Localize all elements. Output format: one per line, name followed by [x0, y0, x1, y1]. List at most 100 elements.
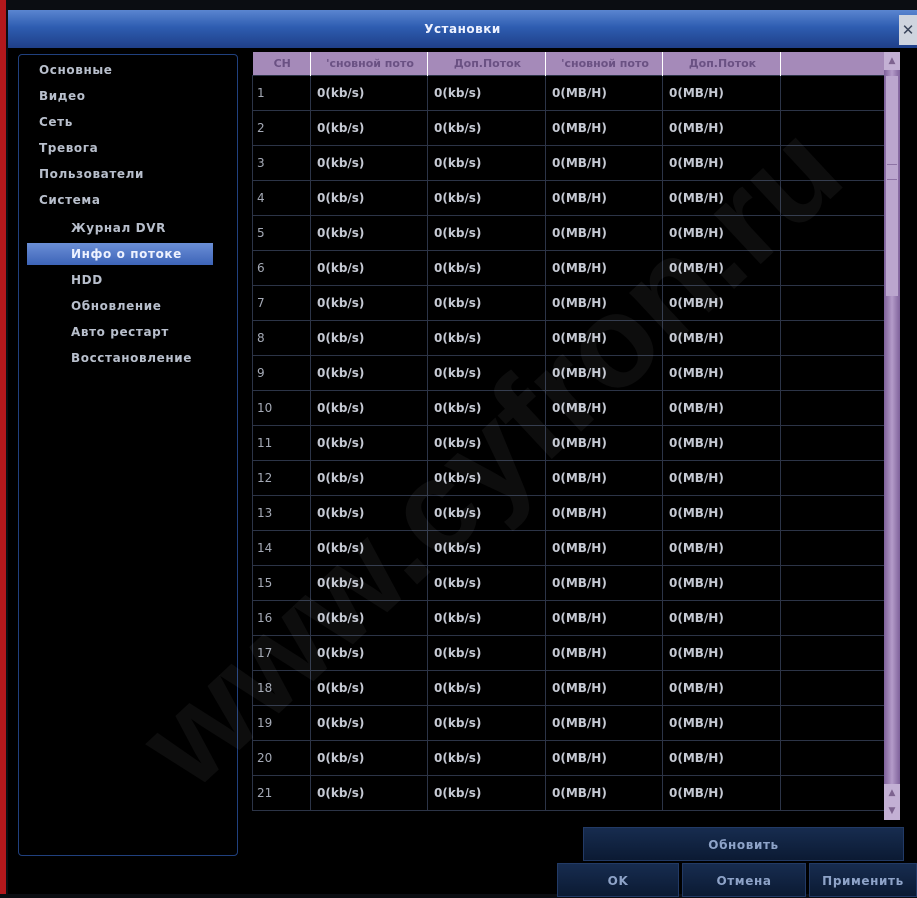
- title-bar: Установки ✕: [8, 10, 917, 49]
- stream-value-cell: 0(kb/s): [427, 530, 546, 566]
- sidebar-item[interactable]: Восстановление: [57, 347, 241, 369]
- sidebar-item[interactable]: HDD: [57, 269, 241, 291]
- stream-value-cell: 0(kb/s): [427, 460, 546, 496]
- column-header: Доп.Поток: [662, 52, 781, 76]
- table-row[interactable]: 21 0(kb/s) 0(kb/s) 0(MB/H) 0(MB/H): [252, 775, 887, 811]
- table-row[interactable]: 12 0(kb/s) 0(kb/s) 0(MB/H) 0(MB/H): [252, 460, 887, 496]
- refresh-button[interactable]: Обновить: [583, 827, 904, 861]
- empty-cell: [780, 775, 887, 811]
- stream-value-cell: 0(MB/H): [545, 250, 663, 286]
- stream-value-cell: 0(MB/H): [662, 110, 781, 146]
- stream-value-cell: 0(MB/H): [545, 425, 663, 461]
- table-row[interactable]: 15 0(kb/s) 0(kb/s) 0(MB/H) 0(MB/H): [252, 565, 887, 601]
- column-header: 'сновной пото: [310, 52, 428, 76]
- stream-value-cell: 0(kb/s): [310, 635, 428, 671]
- stream-value-cell: 0(kb/s): [310, 565, 428, 601]
- sidebar-item[interactable]: Авто рестарт: [57, 321, 241, 343]
- table-row[interactable]: 14 0(kb/s) 0(kb/s) 0(MB/H) 0(MB/H): [252, 530, 887, 566]
- stream-value-cell: 0(kb/s): [427, 250, 546, 286]
- sidebar-item[interactable]: Видео: [39, 85, 219, 107]
- stream-value-cell: 0(kb/s): [427, 145, 546, 181]
- stream-value-cell: 0(kb/s): [427, 425, 546, 461]
- table-row[interactable]: 19 0(kb/s) 0(kb/s) 0(MB/H) 0(MB/H): [252, 705, 887, 741]
- stream-value-cell: 0(kb/s): [427, 320, 546, 356]
- channel-cell: 13: [252, 495, 311, 531]
- table-row[interactable]: 18 0(kb/s) 0(kb/s) 0(MB/H) 0(MB/H): [252, 670, 887, 706]
- stream-value-cell: 0(MB/H): [545, 460, 663, 496]
- table-row[interactable]: 8 0(kb/s) 0(kb/s) 0(MB/H) 0(MB/H): [252, 320, 887, 356]
- stream-value-cell: 0(MB/H): [545, 740, 663, 776]
- table-row[interactable]: 11 0(kb/s) 0(kb/s) 0(MB/H) 0(MB/H): [252, 425, 887, 461]
- stream-value-cell: 0(MB/H): [662, 75, 781, 111]
- table-row[interactable]: 6 0(kb/s) 0(kb/s) 0(MB/H) 0(MB/H): [252, 250, 887, 286]
- table-row[interactable]: 2 0(kb/s) 0(kb/s) 0(MB/H) 0(MB/H): [252, 110, 887, 146]
- table-row[interactable]: 7 0(kb/s) 0(kb/s) 0(MB/H) 0(MB/H): [252, 285, 887, 321]
- sidebar-item[interactable]: Инфо о потоке: [27, 243, 213, 265]
- settings-menu: Основные Видео Сеть Тревога Пользователи Сист…: [18, 54, 238, 856]
- empty-cell: [780, 705, 887, 741]
- empty-cell: [780, 740, 887, 776]
- channel-cell: 5: [252, 215, 311, 251]
- stream-value-cell: 0(kb/s): [310, 180, 428, 216]
- close-icon[interactable]: ✕: [899, 15, 917, 45]
- table-scrollbar[interactable]: ▲ ▲ ▼: [884, 52, 900, 820]
- ok-button[interactable]: OK: [557, 863, 679, 897]
- empty-cell: [780, 670, 887, 706]
- apply-button[interactable]: Применить: [809, 863, 917, 897]
- cancel-button[interactable]: Отмена: [682, 863, 806, 897]
- sidebar-item[interactable]: Обновление: [57, 295, 241, 317]
- sidebar-item[interactable]: Журнал DVR: [57, 217, 241, 239]
- empty-cell: [780, 460, 887, 496]
- sidebar-item[interactable]: Тревога: [39, 137, 219, 159]
- scrollbar-thumb[interactable]: [886, 76, 898, 296]
- stream-value-cell: 0(MB/H): [662, 145, 781, 181]
- column-header: [780, 52, 887, 76]
- empty-cell: [780, 635, 887, 671]
- stream-value-cell: 0(kb/s): [310, 390, 428, 426]
- table-row[interactable]: 10 0(kb/s) 0(kb/s) 0(MB/H) 0(MB/H): [252, 390, 887, 426]
- stream-value-cell: 0(MB/H): [545, 75, 663, 111]
- table-row[interactable]: 1 0(kb/s) 0(kb/s) 0(MB/H) 0(MB/H): [252, 75, 887, 111]
- stream-value-cell: 0(MB/H): [545, 635, 663, 671]
- empty-cell: [780, 495, 887, 531]
- stream-value-cell: 0(kb/s): [310, 145, 428, 181]
- stream-value-cell: 0(kb/s): [427, 390, 546, 426]
- channel-cell: 12: [252, 460, 311, 496]
- table-row[interactable]: 20 0(kb/s) 0(kb/s) 0(MB/H) 0(MB/H): [252, 740, 887, 776]
- table-row[interactable]: 3 0(kb/s) 0(kb/s) 0(MB/H) 0(MB/H): [252, 145, 887, 181]
- table-row[interactable]: 17 0(kb/s) 0(kb/s) 0(MB/H) 0(MB/H): [252, 635, 887, 671]
- empty-cell: [780, 355, 887, 391]
- stream-value-cell: 0(MB/H): [662, 775, 781, 811]
- empty-cell: [780, 600, 887, 636]
- column-header: CH: [252, 52, 311, 76]
- scroll-up-icon[interactable]: ▲: [884, 784, 900, 802]
- empty-cell: [780, 285, 887, 321]
- table-row[interactable]: 5 0(kb/s) 0(kb/s) 0(MB/H) 0(MB/H): [252, 215, 887, 251]
- stream-value-cell: 0(MB/H): [545, 180, 663, 216]
- sidebar-item[interactable]: Система: [39, 189, 219, 211]
- empty-cell: [780, 425, 887, 461]
- sidebar-item[interactable]: Основные: [39, 59, 219, 81]
- table-row[interactable]: 4 0(kb/s) 0(kb/s) 0(MB/H) 0(MB/H): [252, 180, 887, 216]
- stream-value-cell: 0(kb/s): [310, 75, 428, 111]
- channel-cell: 18: [252, 670, 311, 706]
- table-row[interactable]: 13 0(kb/s) 0(kb/s) 0(MB/H) 0(MB/H): [252, 495, 887, 531]
- stream-value-cell: 0(MB/H): [545, 705, 663, 741]
- channel-cell: 6: [252, 250, 311, 286]
- table-row[interactable]: 9 0(kb/s) 0(kb/s) 0(MB/H) 0(MB/H): [252, 355, 887, 391]
- stream-value-cell: 0(kb/s): [427, 565, 546, 601]
- stream-value-cell: 0(MB/H): [545, 530, 663, 566]
- sidebar-item[interactable]: Сеть: [39, 111, 219, 133]
- stream-value-cell: 0(kb/s): [427, 215, 546, 251]
- stream-value-cell: 0(MB/H): [545, 775, 663, 811]
- stream-value-cell: 0(MB/H): [545, 110, 663, 146]
- channel-cell: 16: [252, 600, 311, 636]
- sidebar-item[interactable]: Пользователи: [39, 163, 219, 185]
- table-header-row: CH'сновной пото Доп.Поток'сновной пото Доп…: [252, 52, 887, 76]
- stream-value-cell: 0(kb/s): [310, 530, 428, 566]
- scroll-up-icon[interactable]: ▲: [884, 52, 900, 70]
- table-row[interactable]: 16 0(kb/s) 0(kb/s) 0(MB/H) 0(MB/H): [252, 600, 887, 636]
- stream-value-cell: 0(kb/s): [427, 180, 546, 216]
- scroll-down-icon[interactable]: ▼: [884, 802, 900, 820]
- column-header: 'сновной пото: [545, 52, 663, 76]
